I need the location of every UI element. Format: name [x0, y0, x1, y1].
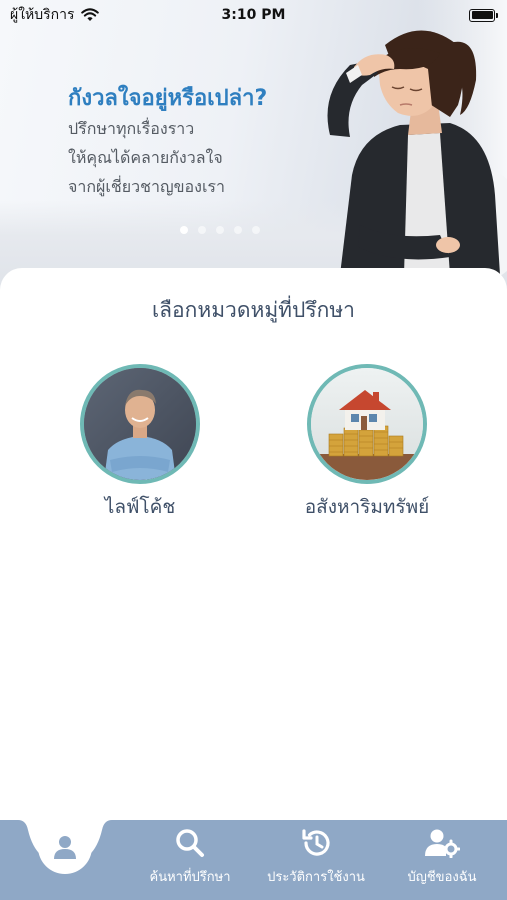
carousel-dot[interactable] — [216, 226, 224, 234]
smiling-man-image — [84, 368, 196, 480]
hero-line-2: ให้คุณได้คลายกังวลใจ — [68, 148, 223, 167]
nav-find-advisor[interactable]: ค้นหาที่ปรึกษา — [125, 826, 255, 887]
category-life-coach[interactable]: ไลฟ์โค้ช — [60, 364, 220, 522]
life-coach-photo[interactable] — [80, 364, 200, 484]
carousel-dot[interactable] — [252, 226, 260, 234]
search-icon — [176, 829, 204, 857]
bottom-navigation: ค้นหาที่ปรึกษา ประวัติการใช้งาน บัญชีของ… — [0, 820, 507, 900]
nav-label: ค้นหาที่ปรึกษา — [149, 870, 231, 885]
user-icon — [54, 836, 76, 859]
section-title: เลือกหมวดหมู่ที่ปรึกษา — [152, 298, 355, 322]
carousel-dot[interactable] — [180, 226, 188, 234]
category-panel: เลือกหมวดหมู่ที่ปรึกษา ไลฟ์โค้ช อสังหาริ… — [0, 268, 507, 828]
category-label: อสังหาริมทรัพย์ — [304, 496, 430, 518]
house-on-coins-image — [311, 368, 423, 480]
hero-banner[interactable]: ผู้ให้บริการ 3:10 PM กังวลใจอยู่หรือเปล่… — [0, 0, 507, 290]
hero-line-3: จากผู้เชี่ยวชาญของเรา — [68, 177, 225, 196]
category-real-estate[interactable]: อสังหาริมทรัพย์ — [287, 364, 447, 522]
category-label: ไลฟ์โค้ช — [104, 496, 176, 518]
nav-label: บัญชีของฉัน — [407, 870, 477, 885]
carousel-indicator[interactable] — [180, 226, 260, 234]
carousel-dot[interactable] — [198, 226, 206, 234]
nav-my-account[interactable]: บัญชีของฉัน — [377, 826, 507, 887]
carrier-label: ผู้ให้บริการ — [10, 7, 75, 23]
nav-history[interactable]: ประวัติการใช้งาน — [251, 826, 381, 887]
hero-title: กังวลใจอยู่หรือเปล่า? — [68, 86, 268, 111]
real-estate-photo[interactable] — [307, 364, 427, 484]
battery-icon — [469, 8, 498, 22]
account-settings-icon — [425, 829, 460, 858]
worried-woman-image — [327, 30, 507, 275]
nav-label: ประวัติการใช้งาน — [267, 870, 365, 885]
wifi-icon — [80, 8, 99, 21]
status-bar: ผู้ให้บริการ 3:10 PM — [0, 0, 507, 30]
carousel-dot[interactable] — [234, 226, 242, 234]
history-icon — [302, 829, 330, 856]
home-button[interactable] — [38, 820, 92, 874]
hero-line-1: ปรึกษาทุกเรื่องราว — [68, 119, 195, 138]
